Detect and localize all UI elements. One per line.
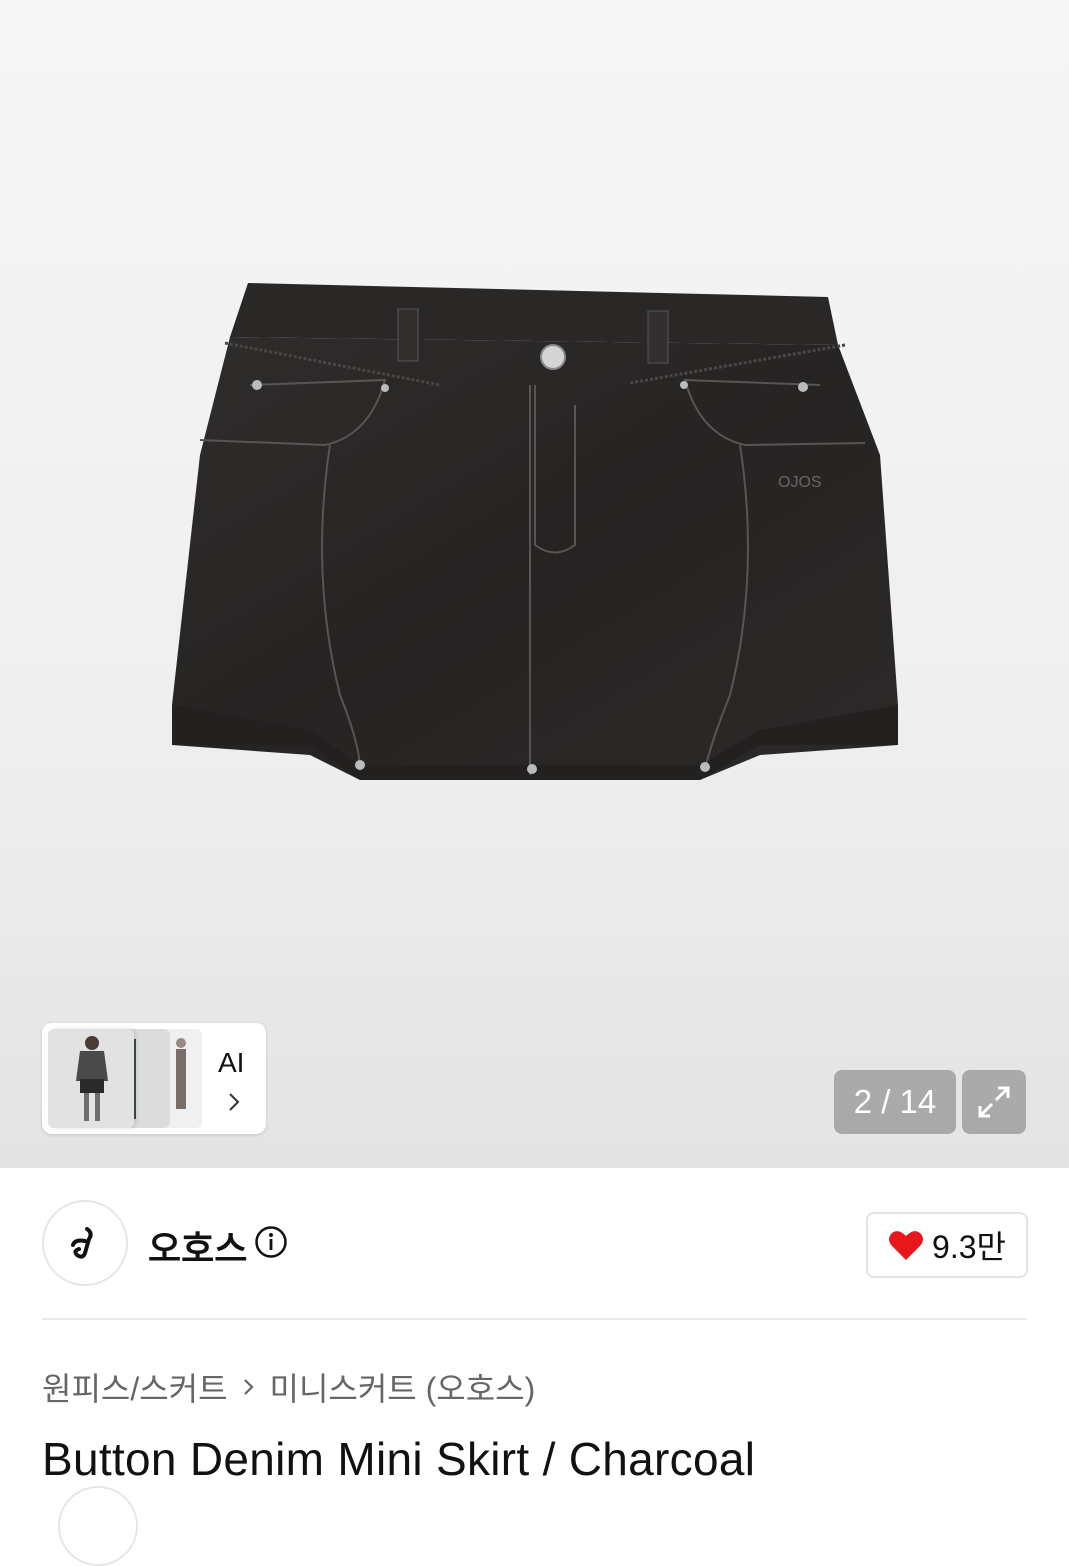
product-logo-text: OJOS [778, 474, 822, 491]
brand-name[interactable]: 오호스 [148, 1220, 247, 1272]
divider [42, 1318, 1027, 1320]
breadcrumb: 원피스/스커트 미니스커트 (오호스) [42, 1364, 535, 1410]
chevron-right-icon [243, 1379, 254, 1395]
product-image: OJOS [172, 283, 898, 780]
expand-button[interactable] [962, 1070, 1026, 1134]
partial-circle-element [58, 1486, 138, 1566]
chevron-right-icon [229, 1093, 240, 1111]
ai-lookbook-thumbnails[interactable]: AI [42, 1023, 266, 1134]
like-button[interactable]: 9.3만 [866, 1212, 1028, 1278]
image-counter: 2 / 14 [834, 1070, 956, 1134]
brand-logo[interactable] [42, 1200, 128, 1286]
brand-logo-icon [71, 1227, 93, 1259]
like-count: 9.3만 [932, 1229, 1006, 1265]
ai-label: AI [218, 1047, 245, 1078]
product-image-gallery[interactable]: OJOS AI 2 / 14 [0, 0, 1069, 1168]
info-icon[interactable] [254, 1225, 288, 1259]
thumbnail-image [48, 1029, 134, 1128]
brand-row[interactable]: 오호스 9.3만 [42, 1200, 1028, 1286]
breadcrumb-category[interactable]: 원피스/스커트 [42, 1364, 228, 1410]
expand-icon [978, 1086, 1010, 1118]
breadcrumb-subcategory[interactable]: 미니스커트 (오호스) [270, 1364, 536, 1410]
product-title: Button Denim Mini Skirt / Charcoal [42, 1433, 756, 1485]
heart-icon [889, 1231, 924, 1260]
